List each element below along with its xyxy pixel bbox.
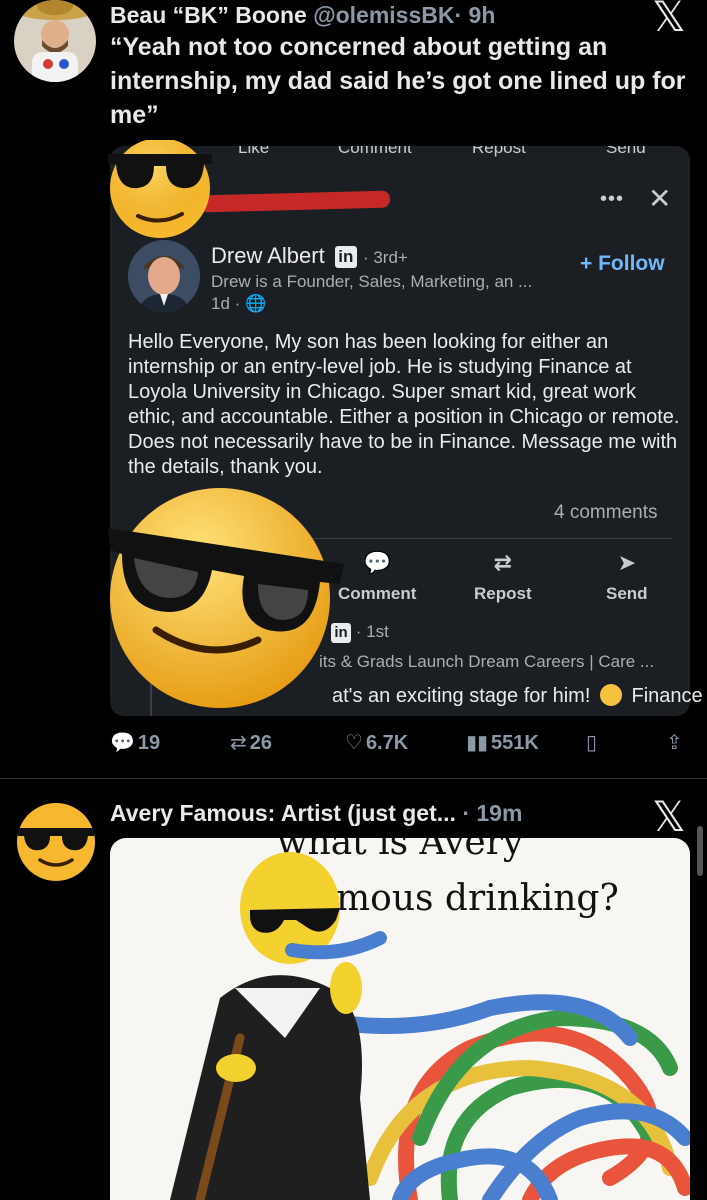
author-headline: Drew is a Founder, Sales, Marketing, an … [211,272,533,291]
top-comment-label: Comment [338,146,412,157]
user-handle[interactable]: @olemissBK [313,2,454,28]
tweet-media-image[interactable]: what is Avery famous drinking? [110,838,690,1200]
repost-stat[interactable]: ⇄ 26 [230,730,272,755]
tweet-separator [0,778,707,779]
post-age-row: 1d · 🌐 [211,294,266,314]
user-avatar-avery[interactable] [16,802,96,887]
share-icon: ⇪ [666,732,683,754]
connection-degree: · 3rd+ [362,248,408,267]
tweet-time[interactable]: · 19m [462,800,522,826]
scrollbar[interactable] [697,826,703,876]
top-like-label: Like [238,146,270,157]
author-avatar[interactable] [128,240,200,312]
display-name[interactable]: Beau “BK” Boone [110,2,307,28]
reply-icon: 💬 [110,732,135,754]
author-name-row: Drew Albert in · 3rd+ [211,243,408,269]
x-logo-icon: 𝕏 [652,792,686,841]
comments-count[interactable]: 4 comments [554,502,657,524]
globe-icon: 🌐 [245,294,267,313]
views-icon: ▮▮ [466,732,489,754]
reply-degree: · 1st [355,622,389,641]
repost-label: Repost [474,584,532,603]
sunglasses-emoji-small [108,138,212,245]
share-button[interactable]: ⇪ [666,730,686,755]
cartoon-illustration [170,852,690,1200]
author-name[interactable]: Drew Albert [211,243,325,268]
top-repost-label: Repost [472,146,526,157]
linkedin-premium-icon: in [334,246,357,268]
views-stat[interactable]: ▮▮ 551K [466,730,539,755]
tweet-time[interactable]: · 9h [455,2,496,28]
bookmark-icon: ▯ [586,732,598,754]
user-avatar-beau[interactable] [14,0,96,82]
send-label: Send [606,584,648,603]
tweet2-header: Avery Famous: Artist (just get... · 19m [110,800,522,827]
tweet-text: “Yeah not too concerned about getting an… [110,33,686,129]
comment-icon: 💬 [363,550,391,575]
send-button[interactable]: ➤ Send [606,550,648,604]
heart-icon: ♡ [345,732,363,754]
like-stat[interactable]: ♡ 6.7K [345,730,408,755]
bookmark-button[interactable]: ▯ [586,730,600,755]
follow-button[interactable]: + Follow [580,252,665,276]
top-send-label: Send [606,146,646,157]
reply-headline: its & Grads Launch Dream Careers | Care … [319,652,655,671]
post-age: 1d · [211,294,241,313]
more-options-icon[interactable]: ••• [600,188,624,211]
close-icon[interactable]: ✕ [648,182,671,215]
sunglasses-emoji-large [108,480,344,721]
reply-text: at's an exciting stage for him! Finance [332,684,703,707]
comment-label: Comment [338,584,417,603]
post-body: Hello Everyone, My son has been looking … [128,331,680,478]
send-icon: ➤ [617,550,636,575]
grin-emoji [599,684,622,706]
reply-stat[interactable]: 💬 19 [110,730,160,755]
repost-button[interactable]: ⇄ Repost [474,550,532,604]
display-name[interactable]: Avery Famous: Artist (just get... [110,800,456,826]
comment-button[interactable]: 💬 Comment [338,550,416,604]
repost-icon: ⇄ [493,550,513,575]
tweet-header: Beau “BK” Boone @olemissBK· 9h [110,0,495,30]
repost-icon: ⇄ [230,732,247,754]
